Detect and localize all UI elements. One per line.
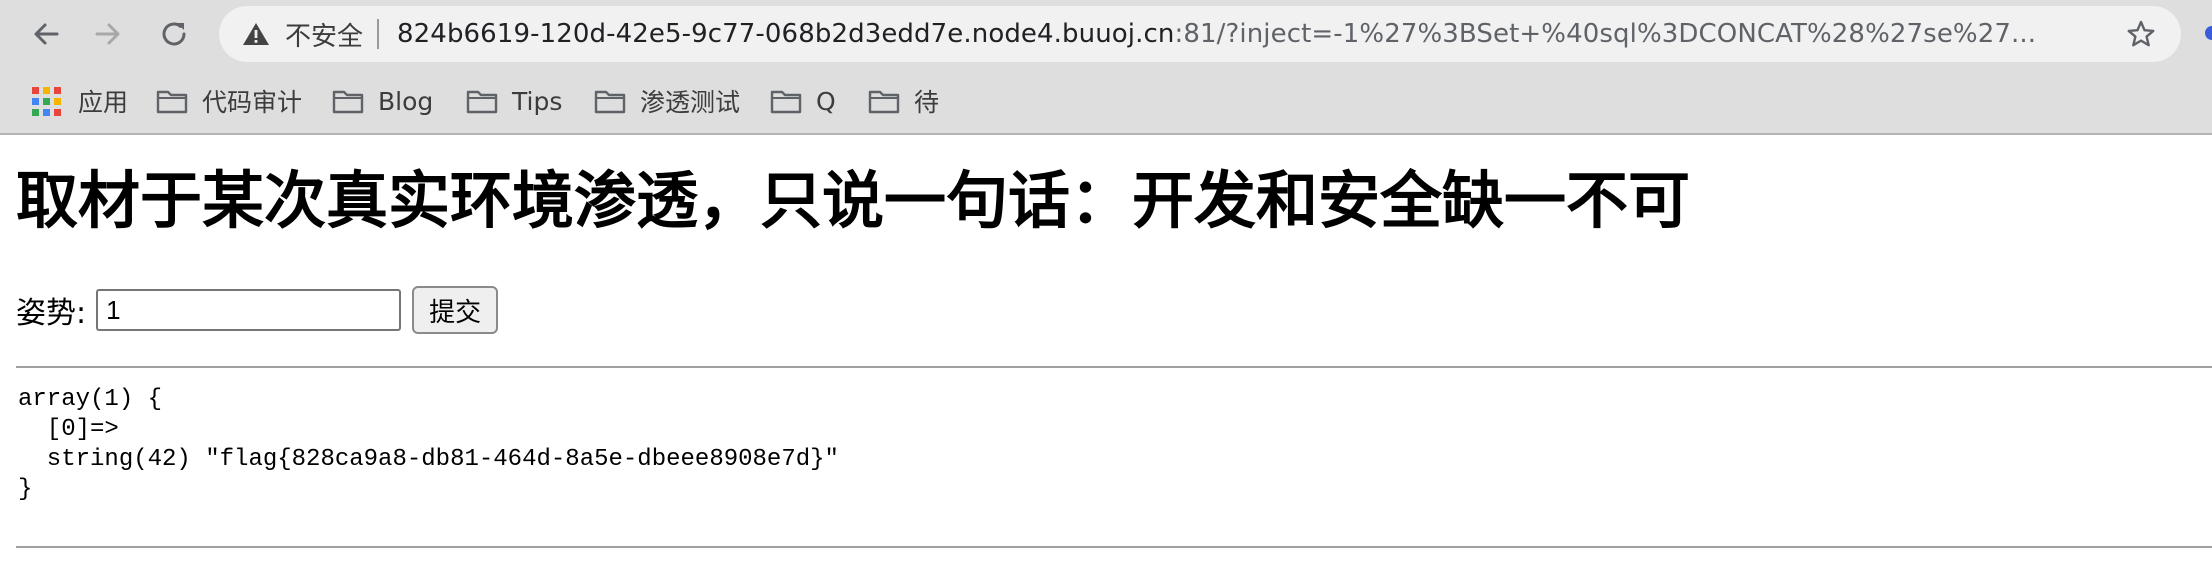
address-bar[interactable]: 不安全 824b6619-120d-42e5-9c77-068b2d3edd7e… — [219, 6, 2181, 62]
horizontal-rule-top — [16, 366, 2212, 368]
folder-icon — [770, 86, 804, 116]
bookmark-label: 应用 — [78, 88, 129, 117]
inject-label: 姿势: — [16, 296, 87, 331]
address-divider — [377, 19, 380, 49]
back-button[interactable] — [22, 10, 70, 58]
url-path: :81/?inject=-1%27%3BSet+%40sql%3DCONCAT%… — [1174, 19, 2037, 49]
bookmark-folder-blog[interactable]: Blog — [332, 82, 433, 120]
reload-button[interactable] — [150, 10, 198, 58]
security-label[interactable]: 不安全 — [285, 16, 363, 53]
browser-toolbar: 不安全 824b6619-120d-42e5-9c77-068b2d3edd7e… — [0, 0, 2212, 68]
back-arrow-icon — [34, 23, 59, 45]
horizontal-rule-bottom — [16, 546, 2212, 548]
bookmark-star-button[interactable] — [2120, 13, 2162, 55]
forward-button[interactable] — [84, 10, 132, 58]
folder-icon — [156, 86, 190, 116]
bookmark-label: 代码审计 — [202, 88, 303, 117]
folder-icon — [594, 86, 628, 116]
warning-triangle-icon[interactable] — [241, 19, 271, 49]
bookmark-label: 待 — [914, 88, 940, 117]
reload-icon — [162, 22, 186, 46]
bookmark-folder-tips[interactable]: Tips — [466, 82, 562, 120]
extension-icon[interactable] — [2200, 18, 2212, 48]
bookmark-label: Tips — [512, 86, 563, 116]
inject-input[interactable] — [96, 289, 402, 331]
folder-icon — [466, 86, 500, 116]
bookmark-folder-q[interactable]: Q — [770, 82, 836, 120]
bookmarks-bar: 应用 代码审计 Blog Tips 渗透测试 Q 待 — [0, 68, 2212, 135]
bookmark-folder-pending[interactable]: 待 — [868, 82, 939, 120]
bookmark-label: Blog — [378, 86, 434, 116]
forward-arrow-icon — [95, 23, 120, 45]
bookmark-label: Q — [816, 86, 836, 116]
bookmark-folder-pentest[interactable]: 渗透测试 — [594, 82, 740, 120]
url-host: 824b6619-120d-42e5-9c77-068b2d3edd7e.nod… — [397, 19, 1175, 49]
bookmark-label: 渗透测试 — [640, 88, 741, 117]
submit-button[interactable]: 提交 — [412, 286, 499, 334]
query-result-dump: array(1) { [0]=> string(42) "flag{828ca9… — [18, 386, 839, 503]
bookmark-apps[interactable]: 应用 — [32, 82, 128, 120]
apps-grid-icon — [32, 86, 66, 116]
star-icon — [2127, 20, 2155, 47]
folder-icon — [868, 86, 902, 116]
page-title: 取材于某次真实环境渗透，只说一句话：开发和安全缺一不可 — [16, 164, 1691, 237]
url-text[interactable]: 824b6619-120d-42e5-9c77-068b2d3edd7e.nod… — [397, 19, 2077, 49]
folder-icon — [332, 86, 366, 116]
inject-form: 姿势: 提交 — [16, 286, 499, 334]
bookmark-folder-code-audit[interactable]: 代码审计 — [156, 82, 302, 120]
